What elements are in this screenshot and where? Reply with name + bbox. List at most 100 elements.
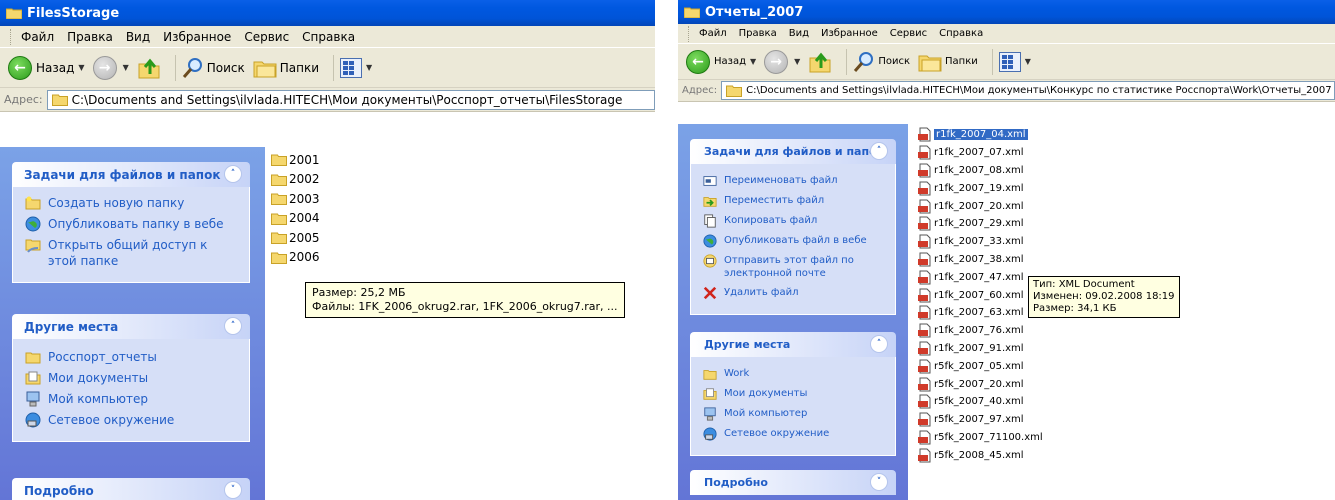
dropdown-arrow-icon[interactable]: ▼ <box>366 63 372 72</box>
back-button[interactable]: ← Назад ▼ <box>686 49 756 74</box>
file-item[interactable]: r1fk_2007_07.xml <box>918 144 1043 162</box>
file-item[interactable]: r1fk_2007_91.xml <box>918 340 1043 358</box>
task-share-folder[interactable]: Открыть общий доступ к этой папке <box>25 237 239 269</box>
collapse-chevron-icon[interactable]: ˄ <box>870 335 888 353</box>
menu-favorites[interactable]: Избранное <box>821 28 878 39</box>
forward-button[interactable]: → ▼ <box>764 49 800 74</box>
details-panel-header[interactable]: Подробно ˅ <box>12 478 250 500</box>
file-item[interactable]: r1fk_2007_29.xml <box>918 215 1043 233</box>
task-delete-file[interactable]: Удалить файл <box>703 286 885 300</box>
file-item[interactable]: r1fk_2007_63.xml <box>918 304 1043 322</box>
places-panel-header[interactable]: Другие места ˄ <box>690 332 896 357</box>
search-button[interactable]: Поиск <box>853 51 910 73</box>
file-item[interactable]: r5fk_2008_45.xml <box>918 446 1043 464</box>
file-name: r1fk_2007_38.xml <box>934 253 1024 265</box>
place-work[interactable]: Work <box>703 367 885 381</box>
menu-view[interactable]: Вид <box>126 30 150 44</box>
file-item[interactable]: r5fk_2007_97.xml <box>918 411 1043 429</box>
menu-edit[interactable]: Правка <box>67 30 113 44</box>
task-rename-file[interactable]: Переименовать файл <box>703 174 885 188</box>
details-panel-header[interactable]: Подробно ˅ <box>690 470 896 495</box>
file-name: r1fk_2007_08.xml <box>934 164 1024 176</box>
menu-file[interactable]: Файл <box>699 28 727 39</box>
forward-button[interactable]: → ▼ <box>92 55 129 80</box>
place-rossport-reports[interactable]: Росспорт_отчеты <box>25 349 239 365</box>
place-my-documents[interactable]: Мои документы <box>703 387 885 401</box>
task-copy-file[interactable]: Копировать файл <box>703 214 885 228</box>
title-bar[interactable]: Отчеты_2007 <box>678 0 1335 24</box>
place-my-computer[interactable]: Мой компьютер <box>25 391 239 407</box>
task-new-folder[interactable]: Создать новую папку <box>25 195 239 211</box>
file-item[interactable]: r5fk_2007_40.xml <box>918 393 1043 411</box>
file-item[interactable]: r1fk_2007_20.xml <box>918 197 1043 215</box>
menu-file[interactable]: Файл <box>21 30 54 44</box>
file-item[interactable]: r1fk_2007_04.xml <box>918 126 1043 144</box>
dropdown-arrow-icon[interactable]: ▼ <box>78 63 84 72</box>
file-item[interactable]: r5fk_2007_20.xml <box>918 375 1043 393</box>
dropdown-arrow-icon[interactable]: ▼ <box>1025 57 1031 66</box>
file-name: r5fk_2007_40.xml <box>934 396 1024 408</box>
views-button[interactable]: ▼ <box>998 51 1031 72</box>
network-icon <box>25 412 41 428</box>
file-item[interactable]: r1fk_2007_47.xml <box>918 268 1043 286</box>
file-item[interactable]: r1fk_2007_38.xml <box>918 251 1043 269</box>
address-label: Адрес: <box>4 93 43 106</box>
folder-item-2003[interactable]: 2003 <box>271 189 320 209</box>
collapse-chevron-icon[interactable]: ˄ <box>870 142 888 160</box>
places-panel-header[interactable]: Другие места ˄ <box>12 314 250 339</box>
menu-view[interactable]: Вид <box>789 28 809 39</box>
folders-label: Папки <box>279 60 320 75</box>
folders-button[interactable]: Папки <box>918 52 978 72</box>
folder-item-2002[interactable]: 2002 <box>271 170 320 190</box>
address-input[interactable]: C:\Documents and Settings\ilvlada.HITECH… <box>46 89 655 110</box>
folder-item-2006[interactable]: 2006 <box>271 248 320 268</box>
menu-help[interactable]: Справка <box>302 30 355 44</box>
dropdown-arrow-icon[interactable]: ▼ <box>750 57 756 66</box>
task-publish-file[interactable]: Опубликовать файл в вебе <box>703 234 885 248</box>
task-email-file[interactable]: Отправить этот файл по электронной почте <box>703 254 885 280</box>
tasks-panel-header[interactable]: Задачи для файлов и папок ˄ <box>690 139 896 164</box>
folder-up-icon[interactable] <box>808 50 832 74</box>
collapse-chevron-icon[interactable]: ˄ <box>224 165 242 183</box>
file-item[interactable]: r5fk_2007_71100.xml <box>918 429 1043 447</box>
menu-edit[interactable]: Правка <box>739 28 777 39</box>
folder-icon <box>271 193 287 206</box>
place-my-documents[interactable]: Мои документы <box>25 370 239 386</box>
place-network[interactable]: Сетевое окружение <box>703 427 885 441</box>
file-item[interactable]: r5fk_2007_05.xml <box>918 357 1043 375</box>
menu-tools[interactable]: Сервис <box>890 28 927 39</box>
menu-help[interactable]: Справка <box>939 28 983 39</box>
folder-item-2001[interactable]: 2001 <box>271 150 320 170</box>
file-item[interactable]: r1fk_2007_76.xml <box>918 322 1043 340</box>
file-item[interactable]: r1fk_2007_33.xml <box>918 233 1043 251</box>
back-button[interactable]: ← Назад ▼ <box>8 55 85 80</box>
folder-icon <box>726 85 743 97</box>
title-bar[interactable]: FilesStorage <box>0 0 655 26</box>
menu-favorites[interactable]: Избранное <box>163 30 231 44</box>
file-item[interactable]: r1fk_2007_60.xml <box>918 286 1043 304</box>
toolbar-separator <box>174 54 176 81</box>
address-input[interactable]: C:\Documents and Settings\ilvlada.HITECH… <box>721 81 1335 100</box>
dropdown-arrow-icon[interactable]: ▼ <box>794 57 800 66</box>
expand-chevron-icon[interactable]: ˅ <box>224 481 242 499</box>
file-item[interactable]: r1fk_2007_19.xml <box>918 179 1043 197</box>
place-label: Сетевое окружение <box>48 413 175 427</box>
move-file-icon <box>703 197 717 207</box>
expand-chevron-icon[interactable]: ˅ <box>870 473 888 491</box>
folders-button[interactable]: Папки <box>253 58 319 78</box>
place-network[interactable]: Сетевое окружение <box>25 412 239 428</box>
folder-item-2004[interactable]: 2004 <box>271 209 320 229</box>
collapse-chevron-icon[interactable]: ˄ <box>224 317 242 335</box>
views-button[interactable]: ▼ <box>340 57 372 78</box>
task-publish-folder[interactable]: Опубликовать папку в вебе <box>25 216 239 232</box>
place-label: Сетевое окружение <box>724 428 830 439</box>
search-button[interactable]: Поиск <box>182 57 245 79</box>
menu-tools[interactable]: Сервис <box>244 30 289 44</box>
task-move-file[interactable]: Переместить файл <box>703 194 885 208</box>
folder-item-2005[interactable]: 2005 <box>271 228 320 248</box>
dropdown-arrow-icon[interactable]: ▼ <box>123 63 129 72</box>
file-item[interactable]: r1fk_2007_08.xml <box>918 162 1043 180</box>
place-my-computer[interactable]: Мой компьютер <box>703 407 885 421</box>
folder-up-icon[interactable] <box>137 56 161 80</box>
tasks-panel-header[interactable]: Задачи для файлов и папок ˄ <box>12 162 250 187</box>
